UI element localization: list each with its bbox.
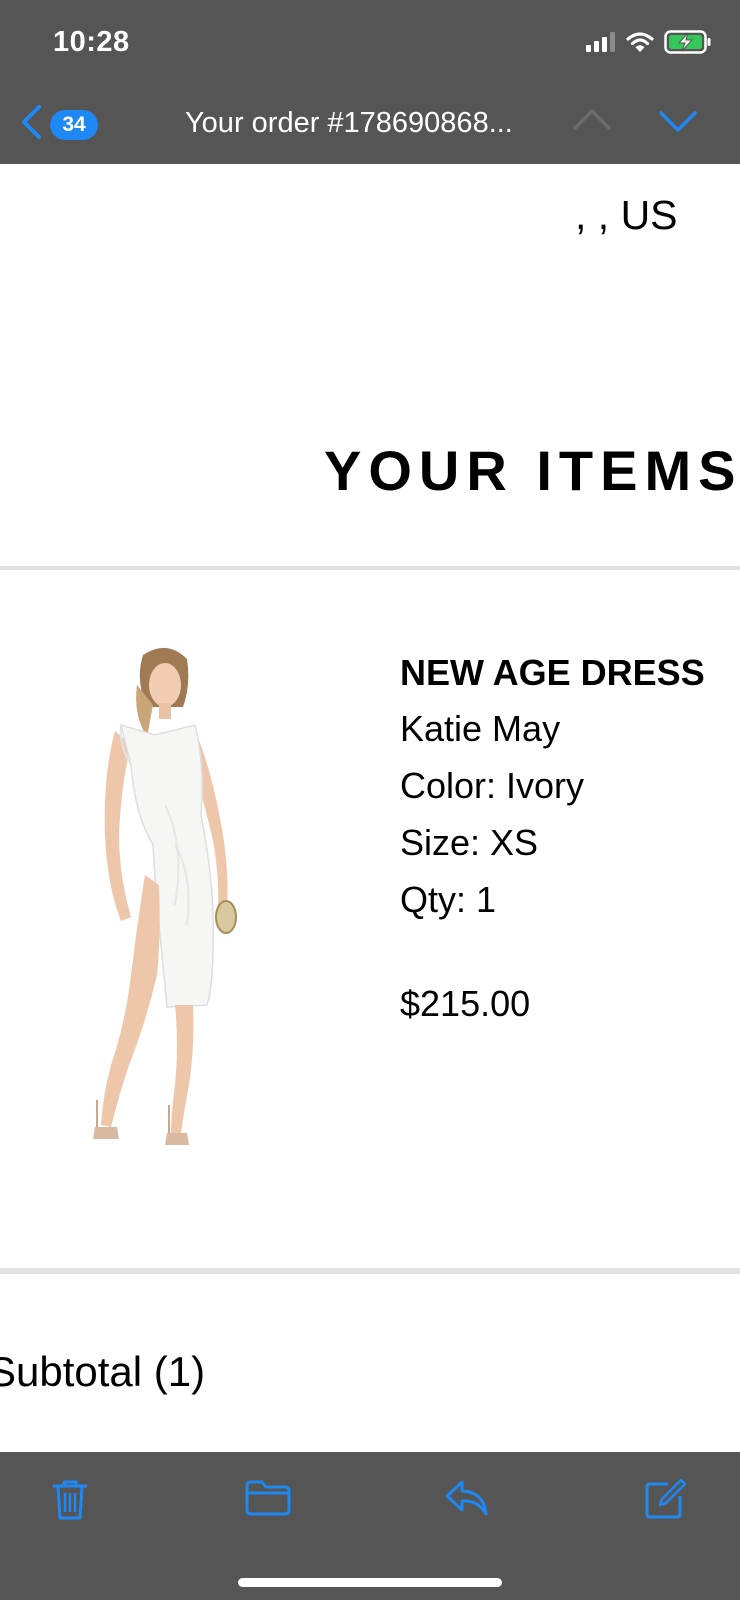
compose-button[interactable] (644, 1478, 687, 1525)
folder-icon (245, 1480, 291, 1516)
product-details: NEW AGE DRESS Katie May Color: Ivory Siz… (400, 652, 705, 1025)
top-bar: 10:28 34 Your order #178690868... (0, 0, 740, 164)
product-brand: Katie May (400, 708, 561, 749)
product-size: Size: XS (400, 822, 539, 863)
product-color: Color: Ivory (400, 765, 585, 806)
compose-icon (645, 1478, 687, 1519)
battery-charging-icon (664, 30, 712, 59)
product-quantity: Qty: 1 (400, 879, 497, 920)
move-to-folder-button[interactable] (244, 1478, 292, 1523)
home-indicator[interactable] (238, 1578, 502, 1587)
product-image[interactable] (75, 645, 275, 1185)
previous-message-button[interactable] (572, 107, 612, 136)
chevron-up-icon (573, 109, 611, 130)
chevron-left-icon (20, 104, 42, 145)
items-divider-bottom (0, 1268, 740, 1274)
items-divider-top (0, 566, 740, 570)
mail-message-screen: 10:28 34 Your order #178690868... , , US… (0, 0, 740, 1600)
product-price: $215.00 (400, 983, 531, 1024)
back-to-inbox-button[interactable]: 34 (20, 104, 98, 145)
product-name[interactable]: NEW AGE DRESS (400, 652, 705, 694)
chevron-down-icon (659, 111, 697, 132)
wifi-icon (626, 31, 654, 58)
shipping-address-line: , , US (575, 192, 678, 238)
your-items-heading: YOUR ITEMS (324, 439, 740, 502)
bottom-toolbar (0, 1452, 740, 1600)
trash-button[interactable] (50, 1478, 90, 1527)
unread-count-badge: 34 (50, 109, 98, 140)
reply-icon (445, 1480, 488, 1516)
status-time: 10:28 (53, 26, 130, 58)
message-subject-title: Your order #178690868... (185, 107, 513, 139)
status-icons (586, 30, 712, 59)
cellular-signal-icon (586, 32, 616, 57)
trash-icon (52, 1480, 88, 1520)
subtotal-label: Subtotal (1) (0, 1348, 206, 1395)
reply-button[interactable] (444, 1478, 490, 1523)
next-message-button[interactable] (658, 110, 698, 139)
